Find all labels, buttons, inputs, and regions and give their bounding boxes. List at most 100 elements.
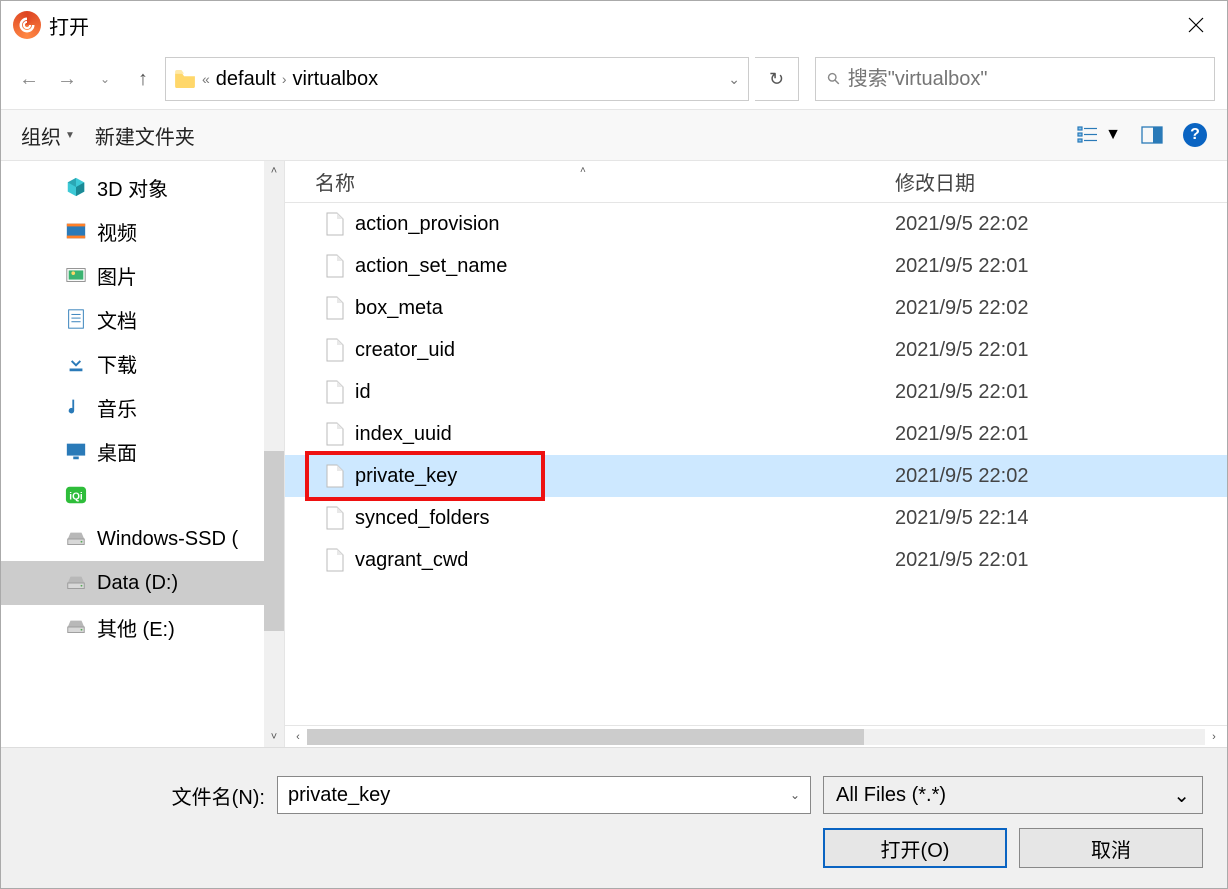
search-input[interactable]: [848, 68, 1202, 91]
scroll-right-icon[interactable]: ›: [1205, 731, 1223, 743]
file-icon: [325, 212, 345, 236]
file-row[interactable]: vagrant_cwd 2021/9/5 22:01: [285, 539, 1227, 581]
file-name-cell: vagrant_cwd: [285, 548, 875, 572]
cancel-button-label: 取消: [1091, 834, 1131, 863]
titlebar: 打开: [1, 1, 1227, 49]
help-button[interactable]: ?: [1183, 123, 1207, 147]
breadcrumb-ellipsis[interactable]: «: [202, 71, 210, 87]
column-header-name[interactable]: ˄ 名称: [285, 167, 875, 196]
hscroll-thumb[interactable]: [307, 729, 864, 745]
organize-label: 组织: [21, 121, 61, 150]
sidebar-item[interactable]: Windows-SSD (: [1, 517, 284, 561]
list-view-icon: [1077, 124, 1099, 146]
sidebar-item-label: 文档: [97, 305, 137, 334]
sidebar-item[interactable]: 视频: [1, 209, 284, 253]
file-name: box_meta: [355, 297, 443, 320]
cancel-button[interactable]: 取消: [1019, 828, 1203, 868]
scroll-left-icon[interactable]: ‹: [289, 731, 307, 743]
drive-icon: [65, 528, 87, 550]
sidebar-item-label: 视频: [97, 217, 137, 246]
bottom-panel: 文件名(N): private_key ⌄ All Files (*.*) ⌄ …: [1, 747, 1227, 888]
scroll-down-icon[interactable]: ˅: [264, 727, 284, 747]
file-name: index_uuid: [355, 423, 452, 446]
sidebar-item[interactable]: Data (D:): [1, 561, 284, 605]
file-rows: action_provision 2021/9/5 22:02 action_s…: [285, 203, 1227, 725]
sort-asc-icon: ˄: [580, 165, 586, 176]
drive-icon: [65, 616, 87, 638]
nav-row: ← → ⌄ ↑ « default › virtualbox ⌄ ↻ ⚲: [1, 49, 1227, 109]
file-date-cell: 2021/9/5 22:01: [875, 339, 1227, 362]
column-date-label: 修改日期: [895, 173, 975, 195]
sidebar-scrollbar[interactable]: ˄ ˅: [264, 161, 284, 747]
scroll-up-icon[interactable]: ˄: [264, 161, 284, 181]
file-icon: [325, 506, 345, 530]
breadcrumb-item-1[interactable]: virtualbox: [293, 68, 379, 91]
chevron-right-icon: ›: [282, 71, 287, 87]
sidebar-item[interactable]: 3D 对象: [1, 165, 284, 209]
file-type-filter[interactable]: All Files (*.*) ⌄: [823, 776, 1203, 814]
file-date-cell: 2021/9/5 22:02: [875, 465, 1227, 488]
sidebar-item[interactable]: 图片: [1, 253, 284, 297]
view-mode-button[interactable]: ▼: [1077, 124, 1121, 146]
refresh-button[interactable]: ↻: [755, 57, 799, 101]
sidebar: 3D 对象视频图片文档下载音乐桌面 iQi Windows-SSD (Data (D…: [1, 161, 285, 747]
file-name: creator_uid: [355, 339, 455, 362]
svg-text:iQi: iQi: [69, 492, 83, 503]
search-box[interactable]: ⚲: [815, 57, 1215, 101]
toolbar: 组织 ▼ 新建文件夹 ▼ ?: [1, 109, 1227, 161]
scroll-thumb[interactable]: [264, 451, 284, 631]
file-icon: [325, 380, 345, 404]
sidebar-item[interactable]: 下载: [1, 341, 284, 385]
sidebar-item[interactable]: 音乐: [1, 385, 284, 429]
breadcrumb-item-0[interactable]: default: [216, 68, 276, 91]
preview-pane-button[interactable]: [1141, 124, 1163, 146]
sidebar-item-label: 下载: [97, 349, 137, 378]
file-name: id: [355, 381, 371, 404]
file-row[interactable]: index_uuid 2021/9/5 22:01: [285, 413, 1227, 455]
file-icon: [325, 338, 345, 362]
folder-icon: [174, 70, 196, 88]
new-folder-button[interactable]: 新建文件夹: [95, 121, 195, 150]
video-icon: [65, 220, 87, 242]
picture-icon: [65, 264, 87, 286]
sidebar-item[interactable]: 桌面: [1, 429, 284, 473]
file-date-cell: 2021/9/5 22:02: [875, 297, 1227, 320]
sidebar-item[interactable]: 文档: [1, 297, 284, 341]
file-row[interactable]: action_set_name 2021/9/5 22:01: [285, 245, 1227, 287]
file-name-cell: box_meta: [285, 296, 875, 320]
filename-combo[interactable]: private_key ⌄: [277, 776, 811, 814]
file-row[interactable]: action_provision 2021/9/5 22:02: [285, 203, 1227, 245]
file-row[interactable]: creator_uid 2021/9/5 22:01: [285, 329, 1227, 371]
address-bar[interactable]: « default › virtualbox ⌄: [165, 57, 749, 101]
close-button[interactable]: [1173, 1, 1219, 49]
file-icon: [325, 548, 345, 572]
file-pane: ˄ 名称 修改日期 action_provision 2021/9/5 22:0…: [285, 161, 1227, 747]
chevron-down-icon: ▼: [65, 130, 75, 141]
file-hscrollbar[interactable]: ‹ ›: [285, 725, 1227, 747]
nav-back-button[interactable]: ←: [13, 63, 45, 95]
file-icon: [325, 296, 345, 320]
sidebar-item-label: 3D 对象: [97, 173, 168, 202]
file-row[interactable]: synced_folders 2021/9/5 22:14: [285, 497, 1227, 539]
sidebar-item[interactable]: iQi: [1, 473, 284, 517]
file-row[interactable]: id 2021/9/5 22:01: [285, 371, 1227, 413]
nav-recent-dropdown[interactable]: ⌄: [89, 63, 121, 95]
nav-forward-button[interactable]: →: [51, 63, 83, 95]
nav-up-button[interactable]: ↑: [127, 63, 159, 95]
file-row[interactable]: box_meta 2021/9/5 22:02: [285, 287, 1227, 329]
column-header-date[interactable]: 修改日期: [875, 167, 1227, 196]
download-icon: [65, 352, 87, 374]
open-button[interactable]: 打开(O): [823, 828, 1007, 868]
address-dropdown-icon[interactable]: ⌄: [728, 71, 740, 88]
file-name-cell: index_uuid: [285, 422, 875, 446]
sidebar-item-label: 音乐: [97, 393, 137, 422]
search-icon: ⚲: [823, 68, 845, 90]
organize-button[interactable]: 组织 ▼: [21, 121, 75, 150]
filename-value: private_key: [288, 784, 390, 807]
file-name: synced_folders: [355, 507, 490, 530]
chevron-down-icon: ⌄: [790, 788, 800, 802]
sidebar-item[interactable]: 其他 (E:): [1, 605, 284, 649]
column-name-label: 名称: [315, 167, 355, 196]
file-name: action_set_name: [355, 255, 507, 278]
file-row[interactable]: private_key 2021/9/5 22:02: [285, 455, 1227, 497]
